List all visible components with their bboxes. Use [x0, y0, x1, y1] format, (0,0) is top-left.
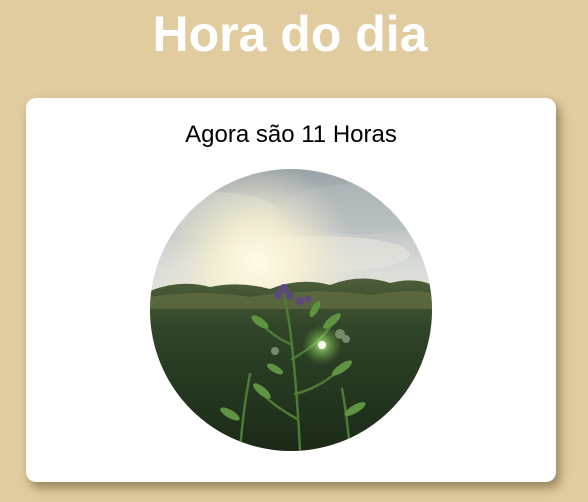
time-message: Agora são 11 Horas	[185, 121, 397, 148]
time-card: Agora são 11 Horas	[26, 98, 556, 482]
time-of-day-image	[150, 169, 432, 451]
morning-meadow-photo-icon	[150, 169, 432, 451]
page-title: Hora do dia	[152, 6, 428, 62]
